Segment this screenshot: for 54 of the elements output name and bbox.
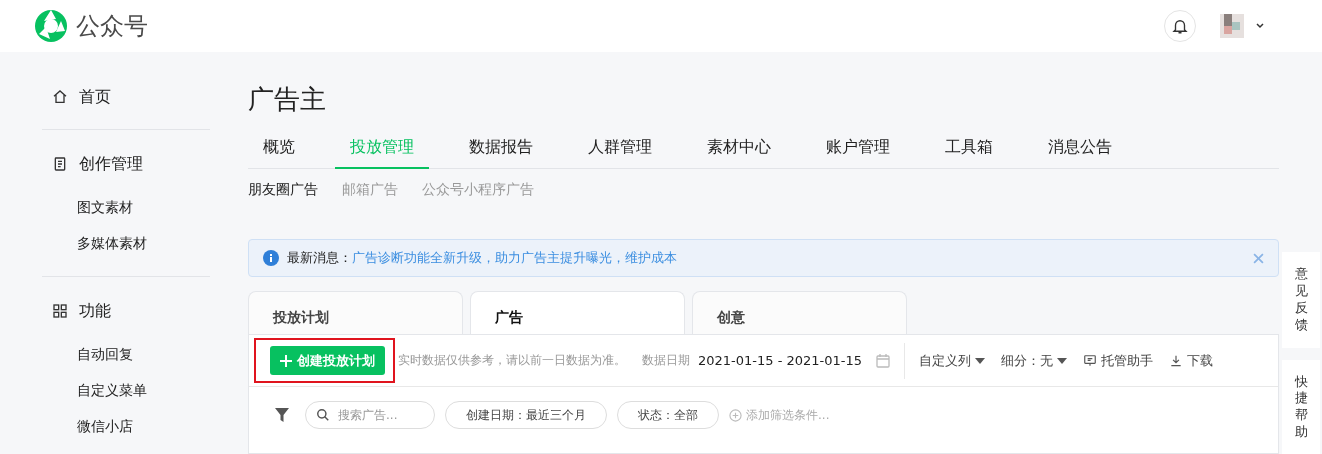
side-tab[interactable]: 意见反馈 [1282, 252, 1320, 348]
logo-icon [34, 9, 68, 43]
info-icon [263, 250, 279, 266]
filter-chip[interactable]: 状态：全部 [617, 401, 719, 429]
notice-text: 广告诊断功能全新升级，助力广告主提升曝光，维护成本 [352, 249, 678, 267]
nav-tab[interactable]: 人群管理 [573, 137, 667, 169]
search-field[interactable]: 搜索广告... [305, 401, 435, 429]
toolbar-action[interactable]: 细分：无 [1001, 351, 1067, 370]
bell-icon[interactable] [1164, 10, 1196, 42]
sub-tab[interactable]: 朋友圈广告 [248, 181, 318, 239]
nav-tab[interactable]: 消息公告 [1033, 137, 1127, 169]
date-range[interactable]: 2021-01-15 - 2021-01-15 [698, 353, 863, 368]
plus-icon [280, 354, 292, 367]
toolbar-action[interactable]: 自定义列 [919, 351, 985, 370]
nav-tab[interactable]: 工具箱 [930, 137, 1008, 169]
section-label: 功能 [79, 300, 111, 322]
section-label: 首页 [79, 86, 111, 108]
grid-icon [52, 303, 68, 319]
plus-circle-icon [729, 408, 742, 422]
panel-tab[interactable]: 创意 [692, 291, 907, 334]
sidebar-item[interactable]: 图文素材 [42, 189, 210, 225]
section-label: 创作管理 [79, 153, 143, 175]
sidebar-item[interactable]: 微信小店 [42, 408, 210, 444]
sidebar-section[interactable]: 首页 [42, 80, 210, 114]
sidebar-item[interactable]: 自定义菜单 [42, 372, 210, 408]
filter-chip[interactable]: 创建日期：最近三个月 [445, 401, 607, 429]
home-icon [52, 89, 68, 105]
panel-tab[interactable]: 广告 [470, 291, 685, 334]
nav-tab[interactable]: 素材中心 [692, 137, 786, 169]
chevron-down-icon[interactable] [1256, 23, 1264, 29]
avatar[interactable] [1220, 13, 1244, 39]
search-icon [316, 408, 330, 422]
logo-text: 公众号 [76, 11, 148, 42]
caret-icon [1057, 357, 1067, 364]
hint-text: 实时数据仅供参考，请以前一日数据为准。 [398, 353, 626, 368]
date-label: 数据日期 [642, 352, 690, 369]
sidebar-section[interactable]: 功能 [42, 294, 210, 328]
download-icon [1169, 353, 1183, 368]
sidebar-item[interactable]: 多媒体素材 [42, 225, 210, 261]
filter-icon[interactable] [275, 408, 289, 422]
caret-icon [975, 357, 985, 364]
panel-tab[interactable]: 投放计划 [248, 291, 463, 334]
page-title: 广告主 [248, 83, 327, 116]
nav-tab[interactable]: 概览 [248, 137, 310, 169]
nav-tab[interactable]: 数据报告 [454, 137, 548, 169]
toolbar-action[interactable]: 托管助手 [1083, 351, 1153, 370]
sidebar-section[interactable]: 创作管理 [42, 147, 210, 181]
notice-label: 最新消息： [287, 249, 352, 267]
sidebar-item[interactable]: 自动回复 [42, 336, 210, 372]
toolbar-action[interactable]: 下载 [1169, 351, 1213, 370]
side-tab[interactable]: 快捷帮助 [1282, 359, 1320, 454]
monitor-icon [1083, 353, 1097, 368]
document-icon [52, 156, 68, 172]
nav-tab[interactable]: 账户管理 [811, 137, 905, 169]
